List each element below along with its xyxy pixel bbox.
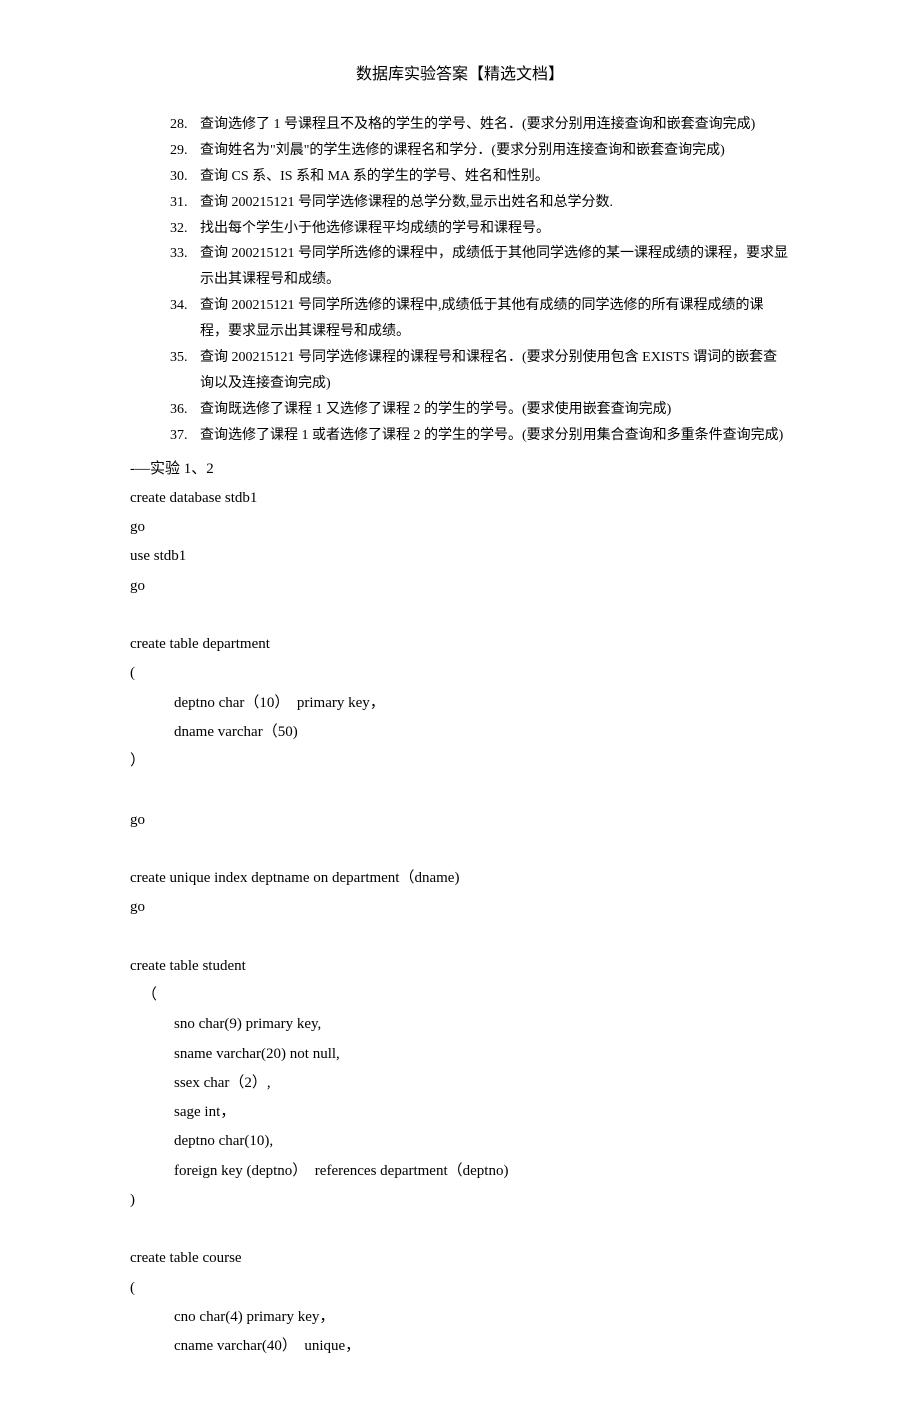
- code-line: go: [130, 893, 790, 922]
- code-line: [130, 923, 790, 952]
- list-item: 33.查询 200215121 号同学所选修的课程中，成绩低于其他同学选修的某一…: [170, 241, 790, 293]
- list-item: 36.查询既选修了课程 1 又选修了课程 2 的学生的学号。(要求使用嵌套查询完…: [170, 397, 790, 423]
- item-text: 查询 200215121 号同学所选修的课程中,成绩低于其他有成绩的同学选修的所…: [200, 293, 790, 345]
- code-line: (: [130, 1274, 790, 1303]
- item-text: 查询 200215121 号同学选修课程的总学分数,显示出姓名和总学分数.: [200, 190, 790, 216]
- code-line: deptno char（10） primary key，: [130, 689, 790, 718]
- code-line: ): [130, 1186, 790, 1215]
- code-line: dname varchar（50): [130, 718, 790, 747]
- item-number: 33.: [170, 241, 200, 293]
- item-text: 找出每个学生小于他选修课程平均成绩的学号和课程号。: [200, 216, 790, 242]
- item-number: 34.: [170, 293, 200, 345]
- code-line: go: [130, 572, 790, 601]
- item-number: 29.: [170, 138, 200, 164]
- document-page: 数据库实验答案【精选文档】 28.查询选修了 1 号课程且不及格的学生的学号、姓…: [0, 60, 920, 1361]
- list-item: 37.查询选修了课程 1 或者选修了课程 2 的学生的学号。(要求分别用集合查询…: [170, 423, 790, 449]
- item-text: 查询选修了课程 1 或者选修了课程 2 的学生的学号。(要求分别用集合查询和多重…: [200, 423, 790, 449]
- code-line: create table course: [130, 1244, 790, 1273]
- list-item: 30.查询 CS 系、IS 系和 MA 系的学生的学号、姓名和性别。: [170, 164, 790, 190]
- code-line: sname varchar(20) not null,: [130, 1040, 790, 1069]
- code-line: -—实验 1、2: [130, 455, 790, 484]
- list-item: 31.查询 200215121 号同学选修课程的总学分数,显示出姓名和总学分数.: [170, 190, 790, 216]
- code-line: (: [130, 659, 790, 688]
- list-item: 34.查询 200215121 号同学所选修的课程中,成绩低于其他有成绩的同学选…: [170, 293, 790, 345]
- list-item: 35.查询 200215121 号同学选修课程的课程号和课程名．(要求分别使用包…: [170, 345, 790, 397]
- code-line: cno char(4) primary key，: [130, 1303, 790, 1332]
- item-number: 37.: [170, 423, 200, 449]
- item-text: 查询 200215121 号同学所选修的课程中，成绩低于其他同学选修的某一课程成…: [200, 241, 790, 293]
- item-text: 查询既选修了课程 1 又选修了课程 2 的学生的学号。(要求使用嵌套查询完成): [200, 397, 790, 423]
- item-number: 28.: [170, 112, 200, 138]
- code-line: create table student: [130, 952, 790, 981]
- item-number: 35.: [170, 345, 200, 397]
- code-line: deptno char(10),: [130, 1127, 790, 1156]
- code-line: （: [130, 981, 790, 1010]
- item-text: 查询姓名为"刘晨"的学生选修的课程名和学分．(要求分别用连接查询和嵌套查询完成): [200, 138, 790, 164]
- code-line: sage int，: [130, 1098, 790, 1127]
- item-text: 查询 CS 系、IS 系和 MA 系的学生的学号、姓名和性别。: [200, 164, 790, 190]
- list-item: 28.查询选修了 1 号课程且不及格的学生的学号、姓名．(要求分别用连接查询和嵌…: [170, 112, 790, 138]
- item-number: 36.: [170, 397, 200, 423]
- code-line: create unique index deptname on departme…: [130, 864, 790, 893]
- code-line: sno char(9) primary key,: [130, 1010, 790, 1039]
- code-line: use stdb1: [130, 542, 790, 571]
- item-number: 32.: [170, 216, 200, 242]
- code-line: [130, 1215, 790, 1244]
- item-text: 查询选修了 1 号课程且不及格的学生的学号、姓名．(要求分别用连接查询和嵌套查询…: [200, 112, 790, 138]
- code-line: go: [130, 806, 790, 835]
- code-line: foreign key (deptno） references departme…: [130, 1157, 790, 1186]
- list-item: 29.查询姓名为"刘晨"的学生选修的课程名和学分．(要求分别用连接查询和嵌套查询…: [170, 138, 790, 164]
- list-item: 32.找出每个学生小于他选修课程平均成绩的学号和课程号。: [170, 216, 790, 242]
- sql-code-block: -—实验 1、2create database stdb1gouse stdb1…: [130, 455, 790, 1362]
- question-list: 28.查询选修了 1 号课程且不及格的学生的学号、姓名．(要求分别用连接查询和嵌…: [130, 112, 790, 449]
- code-line: go: [130, 513, 790, 542]
- item-number: 31.: [170, 190, 200, 216]
- code-line: cname varchar(40） unique，: [130, 1332, 790, 1361]
- code-line: create table department: [130, 630, 790, 659]
- code-line: [130, 601, 790, 630]
- code-line: create database stdb1: [130, 484, 790, 513]
- code-line: [130, 835, 790, 864]
- code-line: ）: [130, 747, 790, 776]
- page-title: 数据库实验答案【精选文档】: [130, 60, 790, 84]
- item-text: 查询 200215121 号同学选修课程的课程号和课程名．(要求分别使用包含 E…: [200, 345, 790, 397]
- code-line: ssex char（2）,: [130, 1069, 790, 1098]
- item-number: 30.: [170, 164, 200, 190]
- code-line: [130, 776, 790, 805]
